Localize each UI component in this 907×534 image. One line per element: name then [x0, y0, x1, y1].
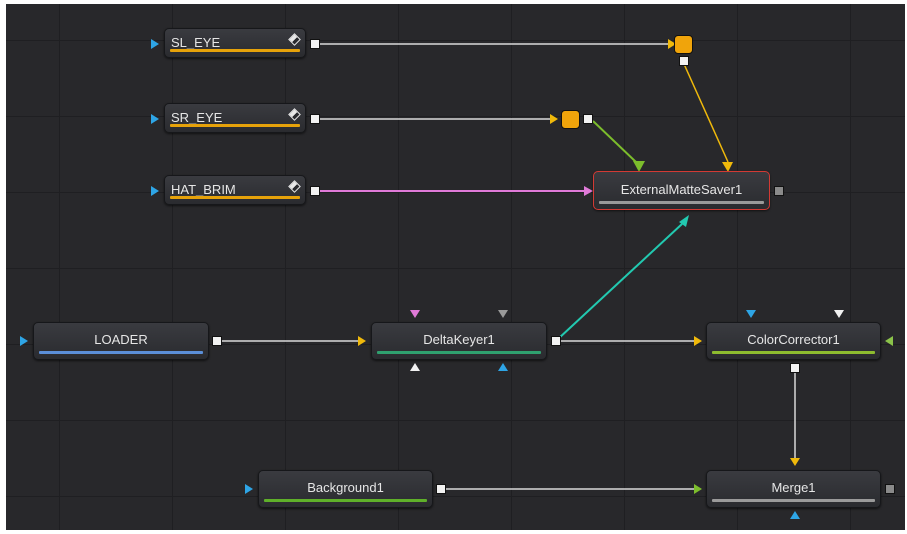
input-triangle-icon[interactable] [410, 310, 420, 318]
wire-arrow [584, 186, 593, 196]
node-label: Background1 [307, 480, 384, 495]
node-label: ExternalMatteSaver1 [620, 182, 743, 197]
output-square-icon[interactable] [583, 114, 593, 124]
node-color-bar [39, 351, 203, 354]
node-color-bar [599, 201, 764, 204]
input-triangle-icon[interactable] [151, 186, 159, 196]
pipe-router-icon[interactable] [674, 35, 693, 54]
node-label: ColorCorrector1 [747, 332, 840, 347]
output-square-icon[interactable] [551, 336, 561, 346]
input-triangle-icon[interactable] [410, 363, 420, 371]
node-delta-keyer[interactable]: DeltaKeyer1 [371, 322, 547, 360]
node-color-bar [264, 499, 427, 502]
node-sl-eye[interactable]: SL_EYE [164, 28, 306, 58]
output-square-icon[interactable] [679, 56, 689, 66]
input-triangle-icon[interactable] [834, 310, 844, 318]
node-background[interactable]: Background1 [258, 470, 433, 508]
wire-deltakeyer-to-saver[interactable] [557, 223, 683, 340]
node-merge[interactable]: Merge1 [706, 470, 881, 508]
wire-arrow [550, 114, 558, 124]
input-triangle-icon[interactable] [151, 114, 159, 124]
output-square-icon[interactable] [310, 114, 320, 124]
input-triangle-icon[interactable] [790, 511, 800, 519]
node-label: DeltaKeyer1 [423, 332, 495, 347]
node-hat-brim[interactable]: HAT_BRIM [164, 175, 306, 205]
wire-router1-to-saver[interactable] [683, 63, 729, 163]
input-triangle-icon[interactable] [245, 484, 253, 494]
input-triangle-icon[interactable] [498, 363, 508, 371]
node-color-corrector[interactable]: ColorCorrector1 [706, 322, 881, 360]
output-square-icon[interactable] [212, 336, 222, 346]
node-loader[interactable]: LOADER [33, 322, 209, 360]
node-color-bar [377, 351, 541, 354]
input-triangle-icon[interactable] [498, 310, 508, 318]
output-square-icon[interactable] [790, 363, 800, 373]
connection-wires [221, 39, 800, 494]
output-square-icon[interactable] [436, 484, 446, 494]
input-triangle-icon[interactable] [885, 336, 893, 346]
node-label: Merge1 [771, 480, 816, 495]
wire-router2-to-saver[interactable] [592, 120, 637, 163]
input-triangle-icon[interactable] [746, 310, 756, 318]
input-triangle-icon[interactable] [151, 39, 159, 49]
output-square-icon[interactable] [774, 186, 784, 196]
node-label: SL_EYE [171, 35, 221, 50]
node-color-bar [170, 49, 300, 52]
node-label: LOADER [94, 332, 148, 347]
node-external-matte-saver[interactable]: ExternalMatteSaver1 [593, 171, 770, 210]
node-color-bar [170, 124, 300, 127]
node-color-bar [170, 196, 300, 199]
wire-arrow [694, 336, 702, 346]
node-label: SR_EYE [171, 110, 223, 125]
node-label: HAT_BRIM [171, 182, 236, 197]
output-square-icon[interactable] [885, 484, 895, 494]
input-triangle-icon[interactable] [20, 336, 28, 346]
pipe-router-icon[interactable] [561, 110, 580, 129]
output-square-icon[interactable] [310, 39, 320, 49]
wire-arrow [790, 458, 800, 466]
node-editor-canvas[interactable]: SL_EYE SR_EYE HAT_BRIM ExternalMatteSave… [6, 4, 905, 530]
output-square-icon[interactable] [310, 186, 320, 196]
node-sr-eye[interactable]: SR_EYE [164, 103, 306, 133]
wire-arrow [358, 336, 366, 346]
node-color-bar [712, 499, 875, 502]
wire-arrow [694, 484, 702, 494]
node-color-bar [712, 351, 875, 354]
